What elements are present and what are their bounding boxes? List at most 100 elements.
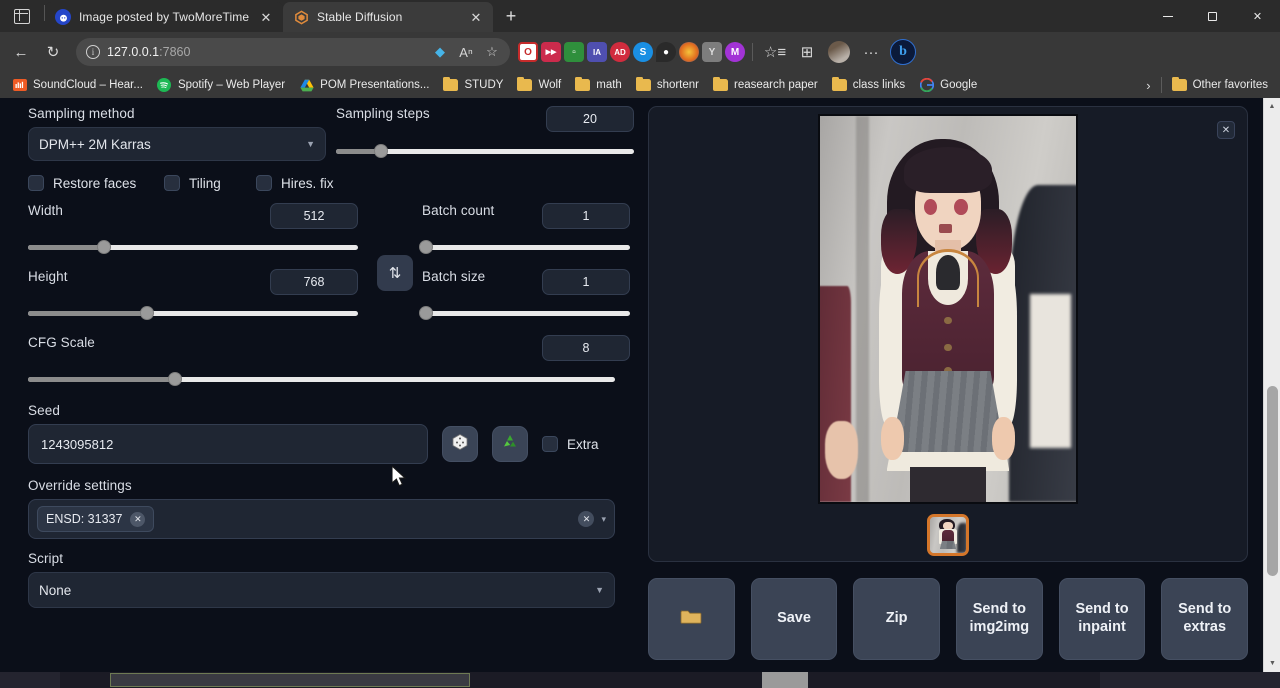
opera-icon[interactable]: O <box>518 42 538 62</box>
height-slider[interactable] <box>28 305 358 321</box>
sampling-steps-slider[interactable] <box>336 143 634 159</box>
override-settings-multiselect[interactable]: ENSD: 31337 ✕ ✕ ▾ <box>28 499 615 539</box>
slider-knob[interactable] <box>419 240 433 254</box>
browser-tab-1[interactable]: Image posted by TwoMoreTimes ✕ <box>45 2 283 32</box>
folder-icon <box>443 78 458 93</box>
monkey-icon[interactable]: M <box>725 42 745 62</box>
slider-knob[interactable] <box>374 144 388 158</box>
seed-input[interactable]: 1243095812 <box>28 424 428 464</box>
send-to-img2img-button[interactable]: Send to img2img <box>956 578 1043 660</box>
bookmark-shortenr[interactable]: shortenr <box>630 76 705 95</box>
taskbar-app-icon[interactable] <box>762 672 808 688</box>
bookmark-wolf[interactable]: Wolf <box>511 76 567 95</box>
refresh-button[interactable]: ↻ <box>38 37 68 67</box>
batch-size-value[interactable]: 1 <box>542 269 630 295</box>
settings-more-icon[interactable]: ··· <box>856 37 886 67</box>
collections-tag-icon[interactable]: ◆ <box>428 40 452 64</box>
slider-knob[interactable] <box>97 240 111 254</box>
scroll-down-icon[interactable]: ▼ <box>1264 655 1280 672</box>
hires-fix-checkbox[interactable] <box>256 175 272 191</box>
back-button[interactable]: ← <box>6 37 36 67</box>
cfg-scale-slider[interactable] <box>28 371 615 387</box>
taskbar-window-preview[interactable] <box>110 673 470 687</box>
slider-knob[interactable] <box>140 306 154 320</box>
favorites-icon[interactable]: ☆≡ <box>760 37 790 67</box>
shazam-icon[interactable]: S <box>633 42 653 62</box>
profile-button[interactable] <box>824 37 854 67</box>
maximize-button[interactable] <box>1190 0 1235 32</box>
close-icon[interactable]: ✕ <box>467 8 485 26</box>
trash-icon[interactable]: ▫ <box>564 42 584 62</box>
zip-button[interactable]: Zip <box>853 578 940 660</box>
swap-dimensions-button[interactable]: ⇅ <box>377 255 413 291</box>
slider-knob[interactable] <box>419 306 433 320</box>
bookmark-study[interactable]: STUDY <box>437 76 509 95</box>
browser-tab-2[interactable]: Stable Diffusion ✕ <box>283 2 493 32</box>
sampling-steps-value[interactable]: 20 <box>546 106 634 132</box>
address-bar[interactable]: i 127.0.0.1:7860 ◆ Aⁿ ☆ <box>76 38 510 66</box>
clear-all-icon[interactable]: ✕ <box>578 511 594 527</box>
bookmark-pom-presentations[interactable]: POM Presentations... <box>293 76 435 95</box>
taskbar-system-tray[interactable] <box>1100 672 1280 688</box>
batch-size-slider[interactable] <box>422 305 630 321</box>
chevron-down-icon[interactable]: ▾ <box>601 514 606 525</box>
height-value[interactable]: 768 <box>270 269 358 295</box>
video-speed-icon[interactable]: ▶▶ <box>541 42 561 62</box>
reuse-seed-button[interactable] <box>492 426 528 462</box>
firefox-icon[interactable] <box>679 42 699 62</box>
send-to-inpaint-button[interactable]: Send to inpaint <box>1059 578 1146 660</box>
remove-tag-icon[interactable]: ✕ <box>130 512 145 527</box>
send-to-extras-button[interactable]: Send to extras <box>1161 578 1248 660</box>
batch-count-slider[interactable] <box>422 239 630 255</box>
open-folder-button[interactable] <box>648 578 735 660</box>
bookmark-spotify[interactable]: Spotify – Web Player <box>151 76 291 95</box>
bookmark-google[interactable]: Google <box>913 76 983 95</box>
bookmark-class-links[interactable]: class links <box>826 76 911 95</box>
add-favorite-icon[interactable]: ☆ <box>480 40 504 64</box>
slider-fill <box>28 311 147 316</box>
chevron-right-icon[interactable]: › <box>1140 78 1156 93</box>
bookmark-reasearch-paper[interactable]: reasearch paper <box>707 76 824 95</box>
adblock-icon[interactable]: AD <box>610 42 630 62</box>
bing-copilot-button[interactable]: b <box>888 37 918 67</box>
bookmark-math[interactable]: math <box>569 76 628 95</box>
tab-actions-button[interactable] <box>0 0 44 32</box>
bookmark-soundcloud[interactable]: SoundCloud – Hear... <box>6 76 149 95</box>
scroll-up-icon[interactable]: ▲ <box>1264 98 1280 115</box>
close-gallery-button[interactable]: ✕ <box>1217 121 1235 139</box>
save-button[interactable]: Save <box>751 578 838 660</box>
batch-count-value[interactable]: 1 <box>542 203 630 229</box>
new-tab-button[interactable]: + <box>497 2 525 30</box>
override-tag[interactable]: ENSD: 31337 ✕ <box>37 506 154 532</box>
cfg-scale-value[interactable]: 8 <box>542 335 630 361</box>
sampling-method-dropdown[interactable]: DPM++ 2M Karras ▼ <box>28 127 326 161</box>
scrollbar-thumb[interactable] <box>1267 386 1278 576</box>
read-aloud-icon[interactable]: Aⁿ <box>454 40 478 64</box>
page-scrollbar-vertical[interactable]: ▲ ▼ <box>1263 98 1280 672</box>
tiling-checkbox-item[interactable]: Tiling <box>164 175 256 191</box>
internet-archive-icon[interactable]: IA <box>587 42 607 62</box>
window-close-button[interactable]: ✕ <box>1235 0 1280 32</box>
hires-fix-checkbox-item[interactable]: Hires. fix <box>256 175 334 191</box>
restore-faces-checkbox-item[interactable]: Restore faces <box>28 175 164 191</box>
bookmark-other-favorites[interactable]: Other favorites <box>1166 76 1274 95</box>
bing-copilot-icon: b <box>890 39 916 65</box>
yahoo-icon[interactable]: Y <box>702 42 722 62</box>
extra-checkbox[interactable] <box>542 436 558 452</box>
script-dropdown[interactable]: None ▼ <box>28 572 615 608</box>
restore-faces-checkbox[interactable] <box>28 175 44 191</box>
tab-list-icon <box>14 9 30 24</box>
close-icon[interactable]: ✕ <box>257 8 275 26</box>
collections-icon[interactable]: ⊞ <box>792 37 822 67</box>
generated-image[interactable] <box>818 114 1078 504</box>
minimize-button[interactable] <box>1145 0 1190 32</box>
extra-seed-checkbox-item[interactable]: Extra <box>542 436 599 452</box>
tiling-checkbox[interactable] <box>164 175 180 191</box>
width-value[interactable]: 512 <box>270 203 358 229</box>
location-pin-icon[interactable]: ● <box>656 42 676 62</box>
width-slider[interactable] <box>28 239 358 255</box>
slider-knob[interactable] <box>168 372 182 386</box>
site-info-icon[interactable]: i <box>86 45 100 59</box>
gallery-thumbnail-1[interactable] <box>927 514 969 556</box>
random-seed-button[interactable] <box>442 426 478 462</box>
